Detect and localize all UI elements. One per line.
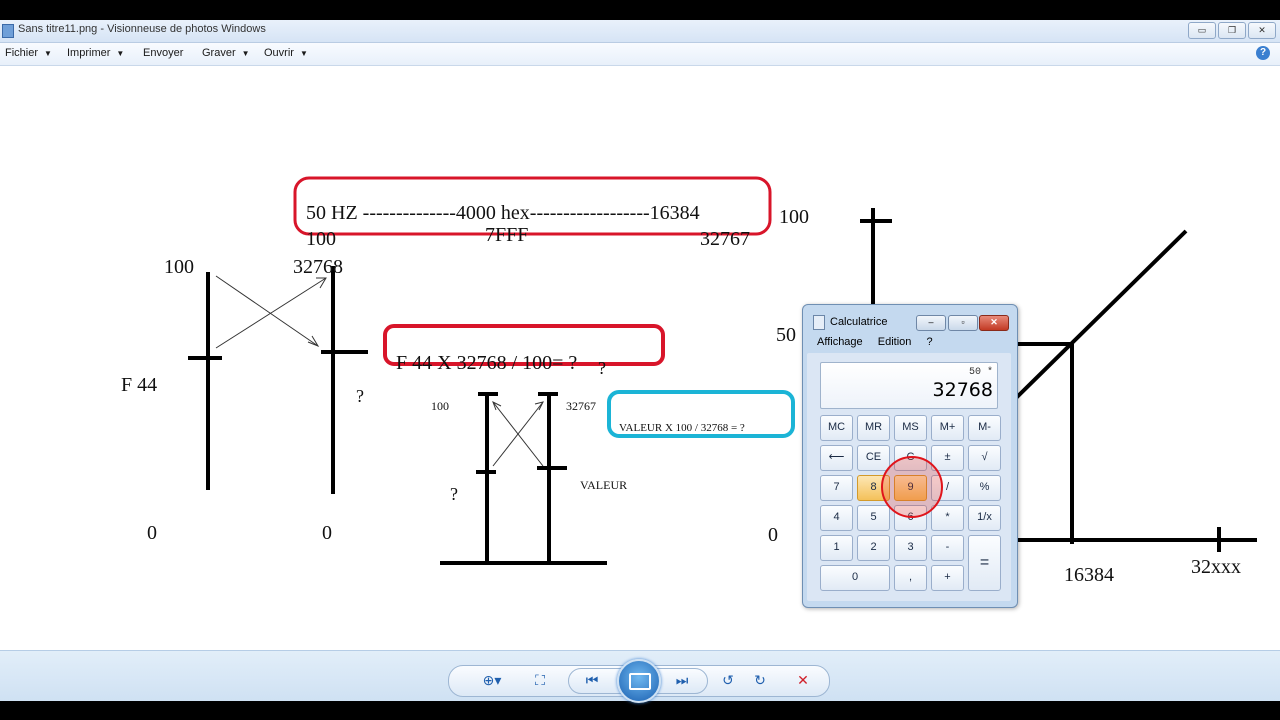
right-graph-y-top: 100	[779, 206, 809, 228]
minimize-button[interactable]: ▭	[1188, 22, 1216, 39]
calc-maximize-button[interactable]: ▫	[948, 315, 978, 331]
key-mr[interactable]: MR	[857, 415, 890, 441]
menu-imprimer[interactable]: Imprimer ▼	[67, 47, 124, 59]
left-graph-top-right: 32768	[293, 256, 343, 278]
menu-label: Fichier	[5, 47, 39, 59]
mid-graph-top-left: 100	[431, 399, 449, 413]
menu-label: Ouvrir	[264, 47, 294, 59]
rotate-cw-icon[interactable]: ↻	[750, 671, 770, 689]
photo-viewer-window: Sans titre11.png - Visionneuse de photos…	[0, 20, 1280, 703]
slideshow-icon	[629, 673, 651, 690]
key-ce[interactable]: CE	[857, 445, 890, 471]
calc-menu-bar: Affichage Edition ?	[817, 336, 933, 348]
menu-graver[interactable]: Graver ▼	[202, 47, 250, 59]
mid-graph-arrows	[492, 400, 544, 467]
key-minus[interactable]: -	[931, 535, 964, 561]
menu-label: Graver	[202, 47, 236, 59]
left-graph-bottom-right: 0	[322, 522, 332, 544]
menu-label: Imprimer	[67, 47, 111, 59]
calc-menu-help[interactable]: ?	[926, 336, 932, 348]
title-bar: Sans titre11.png - Visionneuse de photos…	[0, 20, 1280, 43]
viewer-toolbar: ⊕▾ ⛶ ⏮ ⏭ ↺ ↻ ✕	[0, 650, 1280, 703]
key-0[interactable]: 0	[820, 565, 890, 591]
window-title: Sans titre11.png - Visionneuse de photos…	[18, 23, 266, 35]
box1-row1: 50 HZ --------------4000 hex------------…	[306, 202, 700, 224]
chevron-down-icon: ▼	[44, 49, 52, 58]
calc-menu-affichage[interactable]: Affichage	[817, 336, 863, 348]
help-icon[interactable]: ?	[1256, 46, 1270, 60]
box1-row2-right: 32767	[700, 228, 750, 250]
chevron-down-icon: ▼	[299, 49, 308, 58]
fit-window-icon[interactable]: ⛶	[530, 671, 550, 689]
box2-question: ?	[598, 358, 606, 378]
key-7[interactable]: 7	[820, 475, 853, 501]
slideshow-button[interactable]	[617, 659, 661, 703]
calculator-title: Calculatrice	[830, 316, 888, 328]
left-graph-mid-right: ?	[356, 386, 364, 406]
image-canvas: 50 HZ --------------4000 hex------------…	[0, 66, 1280, 650]
left-graph-mid-left: F 44	[121, 374, 158, 396]
previous-icon[interactable]: ⏮	[582, 671, 602, 689]
window-controls: ▭ ❐ ✕	[1188, 22, 1276, 39]
left-graph-bottom-left: 0	[147, 522, 157, 544]
calc-display: 50 * 32768	[820, 362, 998, 409]
key-2[interactable]: 2	[857, 535, 890, 561]
key-m-plus[interactable]: M+	[931, 415, 964, 441]
box1-row2-left: 100	[306, 228, 336, 250]
next-icon[interactable]: ⏭	[672, 671, 692, 689]
menu-ouvrir[interactable]: Ouvrir ▼	[264, 47, 308, 59]
key-3[interactable]: 3	[894, 535, 927, 561]
drawing-lines	[188, 176, 1257, 565]
key-decimal[interactable]: ,	[894, 565, 927, 591]
menu-fichier[interactable]: Fichier ▼	[5, 47, 52, 59]
calc-value: 32768	[932, 379, 993, 401]
menu-label: Envoyer	[143, 47, 184, 59]
key-reciprocal[interactable]: 1/x	[968, 505, 1001, 531]
key-equals[interactable]: =	[968, 535, 1001, 591]
maximize-button[interactable]: ❐	[1218, 22, 1246, 39]
key-m-minus[interactable]: M-	[968, 415, 1001, 441]
calculator-icon	[813, 315, 825, 330]
key-sqrt[interactable]: √	[968, 445, 1001, 471]
zoom-icon[interactable]: ⊕▾	[476, 671, 508, 689]
mid-graph-top-right: 32767	[566, 399, 596, 413]
calc-history: 50 *	[968, 367, 993, 378]
key-percent[interactable]: %	[968, 475, 1001, 501]
key-multiply[interactable]: *	[931, 505, 964, 531]
menu-envoyer[interactable]: Envoyer	[143, 47, 183, 59]
key-5[interactable]: 5	[857, 505, 890, 531]
delete-icon[interactable]: ✕	[793, 671, 813, 689]
key-mc[interactable]: MC	[820, 415, 853, 441]
mid-graph-mid-right: VALEUR	[580, 478, 628, 492]
rotate-ccw-icon[interactable]: ↺	[718, 671, 738, 689]
chevron-down-icon: ▼	[241, 49, 250, 58]
calc-menu-edition[interactable]: Edition	[878, 336, 912, 348]
blue-box-formula: VALEUR X 100 / 32768 = ?	[619, 422, 745, 434]
right-graph-y-zero: 0	[768, 524, 778, 546]
box1-row2-mid: 7FFF	[485, 224, 529, 246]
menu-bar: Fichier ▼ Imprimer ▼ Envoyer Graver ▼ Ouvri…	[0, 43, 1280, 66]
chevron-down-icon: ▼	[116, 49, 125, 58]
calc-minimize-button[interactable]: –	[916, 315, 946, 331]
key-ms[interactable]: MS	[894, 415, 927, 441]
key-4[interactable]: 4	[820, 505, 853, 531]
calc-close-button[interactable]: ✕	[979, 315, 1009, 331]
left-graph-top-left: 100	[164, 256, 194, 278]
left-graph-lines	[188, 266, 368, 494]
close-button[interactable]: ✕	[1248, 22, 1276, 39]
key-plus[interactable]: +	[931, 565, 964, 591]
box2-formula: F 44 X 32768 / 100= ?	[396, 352, 578, 374]
right-graph-x-mid: 16384	[1064, 564, 1114, 586]
key-1[interactable]: 1	[820, 535, 853, 561]
key-backspace[interactable]: ⟵	[820, 445, 853, 471]
left-graph-arrows	[215, 275, 327, 349]
click-highlight	[881, 456, 943, 518]
app-icon	[2, 24, 14, 38]
right-graph-x-end: 32xxx	[1191, 556, 1241, 578]
mid-graph-mid-left: ?	[450, 484, 458, 504]
right-graph-y-mid: 50	[776, 324, 796, 346]
